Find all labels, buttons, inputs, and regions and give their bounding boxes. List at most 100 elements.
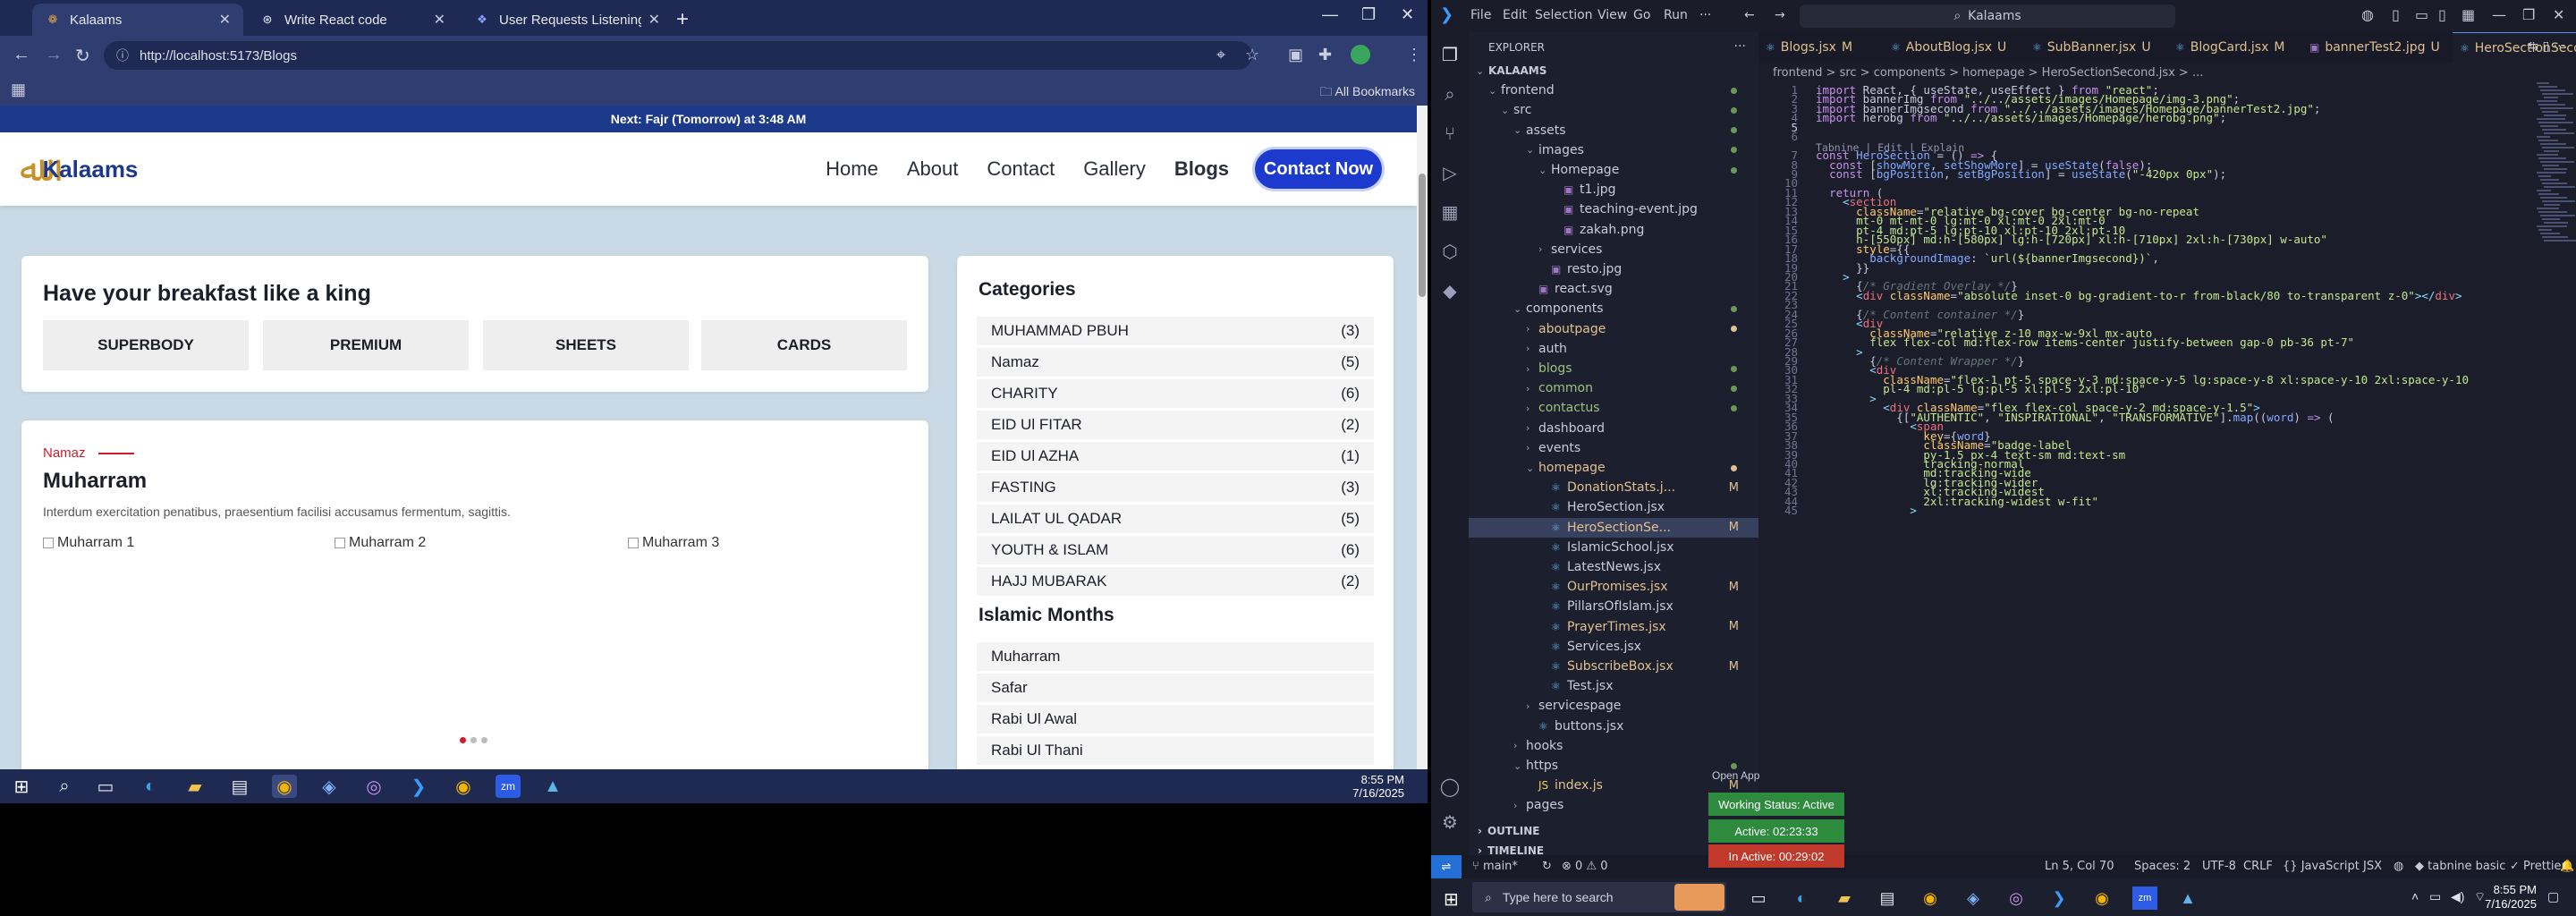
encoding[interactable]: UTF-8 bbox=[2202, 860, 2236, 873]
task-view-icon[interactable]: ▭ bbox=[93, 775, 118, 798]
maximize-icon[interactable]: ❐ bbox=[2522, 6, 2535, 23]
editor-tab[interactable]: ▣ bannerTest2.jpg U bbox=[2302, 32, 2453, 63]
tree-folder[interactable]: ⌄ assets bbox=[1469, 121, 1758, 140]
post-image-2[interactable]: Muharram 2 bbox=[335, 535, 426, 551]
run-debug-icon[interactable]: ▷ bbox=[1438, 161, 1462, 184]
more-menu-icon[interactable]: ··· bbox=[1699, 8, 1711, 22]
tab-write-react[interactable]: ⊛ Write React code ✕ bbox=[247, 4, 458, 36]
menu-selection[interactable]: Selection bbox=[1535, 8, 1593, 22]
chrome-icon[interactable]: ◉ bbox=[272, 775, 297, 798]
remote-desktop-icon[interactable]: ▲ bbox=[540, 775, 565, 798]
editor-tab[interactable]: ⚛ SubBanner.jsx U bbox=[2025, 32, 2168, 63]
month-item[interactable]: Safar bbox=[977, 674, 1374, 702]
tab-kalaams[interactable]: ❁ Kalaams ✕ bbox=[32, 4, 243, 36]
editor-tab[interactable]: ⚛ BlogCard.jsx M bbox=[2168, 32, 2302, 63]
command-center[interactable]: ⌕ Kalaams bbox=[1800, 4, 2175, 28]
tree-folder[interactable]: › blogs bbox=[1469, 359, 1758, 378]
new-tab-button[interactable]: + bbox=[676, 7, 689, 32]
store-icon[interactable]: ▤ bbox=[227, 775, 252, 798]
all-bookmarks[interactable]: 🗀 All Bookmarks bbox=[1319, 82, 1415, 104]
nav-home[interactable]: Home bbox=[826, 157, 878, 181]
taskbar-clock[interactable]: 8:55 PM 7/16/2025 bbox=[1352, 773, 1404, 800]
tree-folder[interactable]: ⌄ KALAAMS bbox=[1469, 61, 1758, 81]
sheets-button[interactable]: SHEETS bbox=[483, 320, 689, 370]
reload-icon[interactable]: ↻ bbox=[75, 45, 90, 67]
tree-file[interactable]: ⚛ HeroSection.jsx bbox=[1469, 497, 1758, 517]
tree-folder[interactable]: › servicespage bbox=[1469, 696, 1758, 716]
more-actions-icon[interactable]: ··· bbox=[1734, 39, 1746, 54]
network-icon[interactable]: ▭ bbox=[2429, 889, 2441, 904]
edge-icon[interactable]: ◐ bbox=[138, 775, 163, 798]
zoom-icon[interactable]: zm bbox=[496, 775, 521, 798]
tree-folder[interactable]: ⌄ homepage bbox=[1469, 458, 1758, 478]
tree-file[interactable]: ▣ react.svg bbox=[1469, 279, 1758, 299]
app-icon[interactable]: ◈ bbox=[1961, 886, 1986, 910]
language-mode[interactable]: {} JavaScript JSX bbox=[2283, 860, 2382, 873]
volume-icon[interactable]: ◀) bbox=[2451, 889, 2464, 904]
address-bar[interactable]: ⓘ http://localhost:5173/Blogs bbox=[104, 41, 1252, 70]
nav-contact[interactable]: Contact bbox=[987, 157, 1055, 181]
category-item[interactable]: EID Ul AZHA (1) bbox=[977, 442, 1374, 471]
tree-folder[interactable]: › services bbox=[1469, 240, 1758, 259]
tree-folder[interactable]: ⌄ images bbox=[1469, 140, 1758, 160]
tree-file[interactable]: ⚛ SubscribeBox.jsx M bbox=[1469, 657, 1758, 676]
layout-panel-icon[interactable]: ▭ bbox=[2415, 6, 2428, 23]
premium-button[interactable]: PREMIUM bbox=[263, 320, 469, 370]
month-item[interactable]: Muharram bbox=[977, 642, 1374, 671]
tree-folder[interactable]: › common bbox=[1469, 378, 1758, 398]
tree-folder[interactable]: › dashboard bbox=[1469, 419, 1758, 438]
editor-actions-icon[interactable]: ⇆ ▯ ··· bbox=[2528, 39, 2565, 54]
customize-layout-icon[interactable]: ▦ bbox=[2462, 6, 2475, 23]
open-app-link[interactable]: Open App bbox=[1712, 769, 1759, 782]
file-explorer-icon[interactable]: ▰ bbox=[182, 775, 208, 798]
puzzle-extensions-icon[interactable]: ✚ bbox=[1318, 46, 1332, 64]
tab-assistant[interactable]: ❖ User Requests Listening Assista ✕ bbox=[462, 4, 673, 36]
layout-secondary-icon[interactable]: ▯ bbox=[2438, 6, 2446, 23]
tree-file[interactable]: ⚛ PrayerTimes.jsx M bbox=[1469, 617, 1758, 637]
category-item[interactable]: FASTING (3) bbox=[977, 473, 1374, 502]
contact-now-button[interactable]: Contact Now bbox=[1252, 147, 1385, 191]
code-lens[interactable]: Tabnine | Edit | Explain bbox=[1816, 141, 1964, 154]
windows-start-icon[interactable]: ⊞ bbox=[1444, 888, 1459, 911]
tree-folder[interactable]: › aboutpage bbox=[1469, 319, 1758, 339]
tree-folder[interactable]: › auth bbox=[1469, 339, 1758, 359]
carousel-dot[interactable] bbox=[481, 737, 487, 743]
menu-edit[interactable]: Edit bbox=[1503, 8, 1527, 22]
category-item[interactable]: YOUTH & ISLAM (6) bbox=[977, 536, 1374, 564]
copilot-icon[interactable]: ◍ bbox=[2361, 6, 2374, 23]
close-icon[interactable]: ✕ bbox=[434, 11, 445, 29]
nav-about[interactable]: About bbox=[907, 157, 959, 181]
tree-file[interactable]: ▣ t1.jpg bbox=[1469, 180, 1758, 199]
tree-folder[interactable]: ⌄ src bbox=[1469, 100, 1758, 120]
code-editor[interactable]: 1 import React, { useState, useEffect } f… bbox=[1758, 82, 2528, 855]
tree-file[interactable]: ⚛ PillarsOfIslam.jsx bbox=[1469, 597, 1758, 616]
remote-indicator-icon[interactable]: ⇌ bbox=[1431, 855, 1462, 878]
app-icon[interactable]: ◈ bbox=[317, 775, 342, 798]
category-item[interactable]: MUHAMMAD PBUH (3) bbox=[977, 317, 1374, 345]
tree-file[interactable]: ⚛ buttons.jsx bbox=[1469, 717, 1758, 736]
tree-file[interactable]: ▣ resto.jpg bbox=[1469, 259, 1758, 279]
category-item[interactable]: Namaz (5) bbox=[977, 348, 1374, 377]
breadcrumbs[interactable]: frontend > src > components > homepage >… bbox=[1758, 63, 2576, 82]
kebab-menu-icon[interactable]: ⋮ bbox=[1406, 46, 1422, 64]
cursor-position[interactable]: Ln 5, Col 70 bbox=[2045, 860, 2114, 873]
tree-folder[interactable]: › hooks bbox=[1469, 736, 1758, 756]
minimize-icon[interactable]: — bbox=[1322, 5, 1338, 24]
menu-go[interactable]: Go bbox=[1633, 8, 1650, 22]
tree-file[interactable]: ⚛ LatestNews.jsx bbox=[1469, 557, 1758, 577]
github-icon[interactable]: ◎ bbox=[361, 775, 386, 798]
month-item[interactable]: Rabi Ul Awal bbox=[977, 705, 1374, 734]
tabnine-icon[interactable]: ◆ bbox=[1438, 279, 1462, 302]
category-item[interactable]: LAILAT UL QADAR (5) bbox=[977, 505, 1374, 533]
edge-icon[interactable]: ◐ bbox=[1789, 886, 1814, 910]
tree-folder[interactable]: ⌄ components bbox=[1469, 299, 1758, 318]
site-logo[interactable]: ﷲ Kalaams bbox=[20, 148, 138, 190]
tree-file[interactable]: ⚛ Services.jsx bbox=[1469, 637, 1758, 657]
site-info-icon[interactable]: ⓘ bbox=[116, 47, 129, 64]
post-title[interactable]: Muharram bbox=[43, 469, 147, 494]
post-image-1[interactable]: Muharram 1 bbox=[43, 535, 134, 551]
zoom-icon[interactable]: zm bbox=[2132, 886, 2157, 910]
close-window-icon[interactable]: ✕ bbox=[2553, 6, 2564, 23]
nav-gallery[interactable]: Gallery bbox=[1083, 157, 1146, 181]
carousel-dot[interactable] bbox=[460, 737, 466, 743]
